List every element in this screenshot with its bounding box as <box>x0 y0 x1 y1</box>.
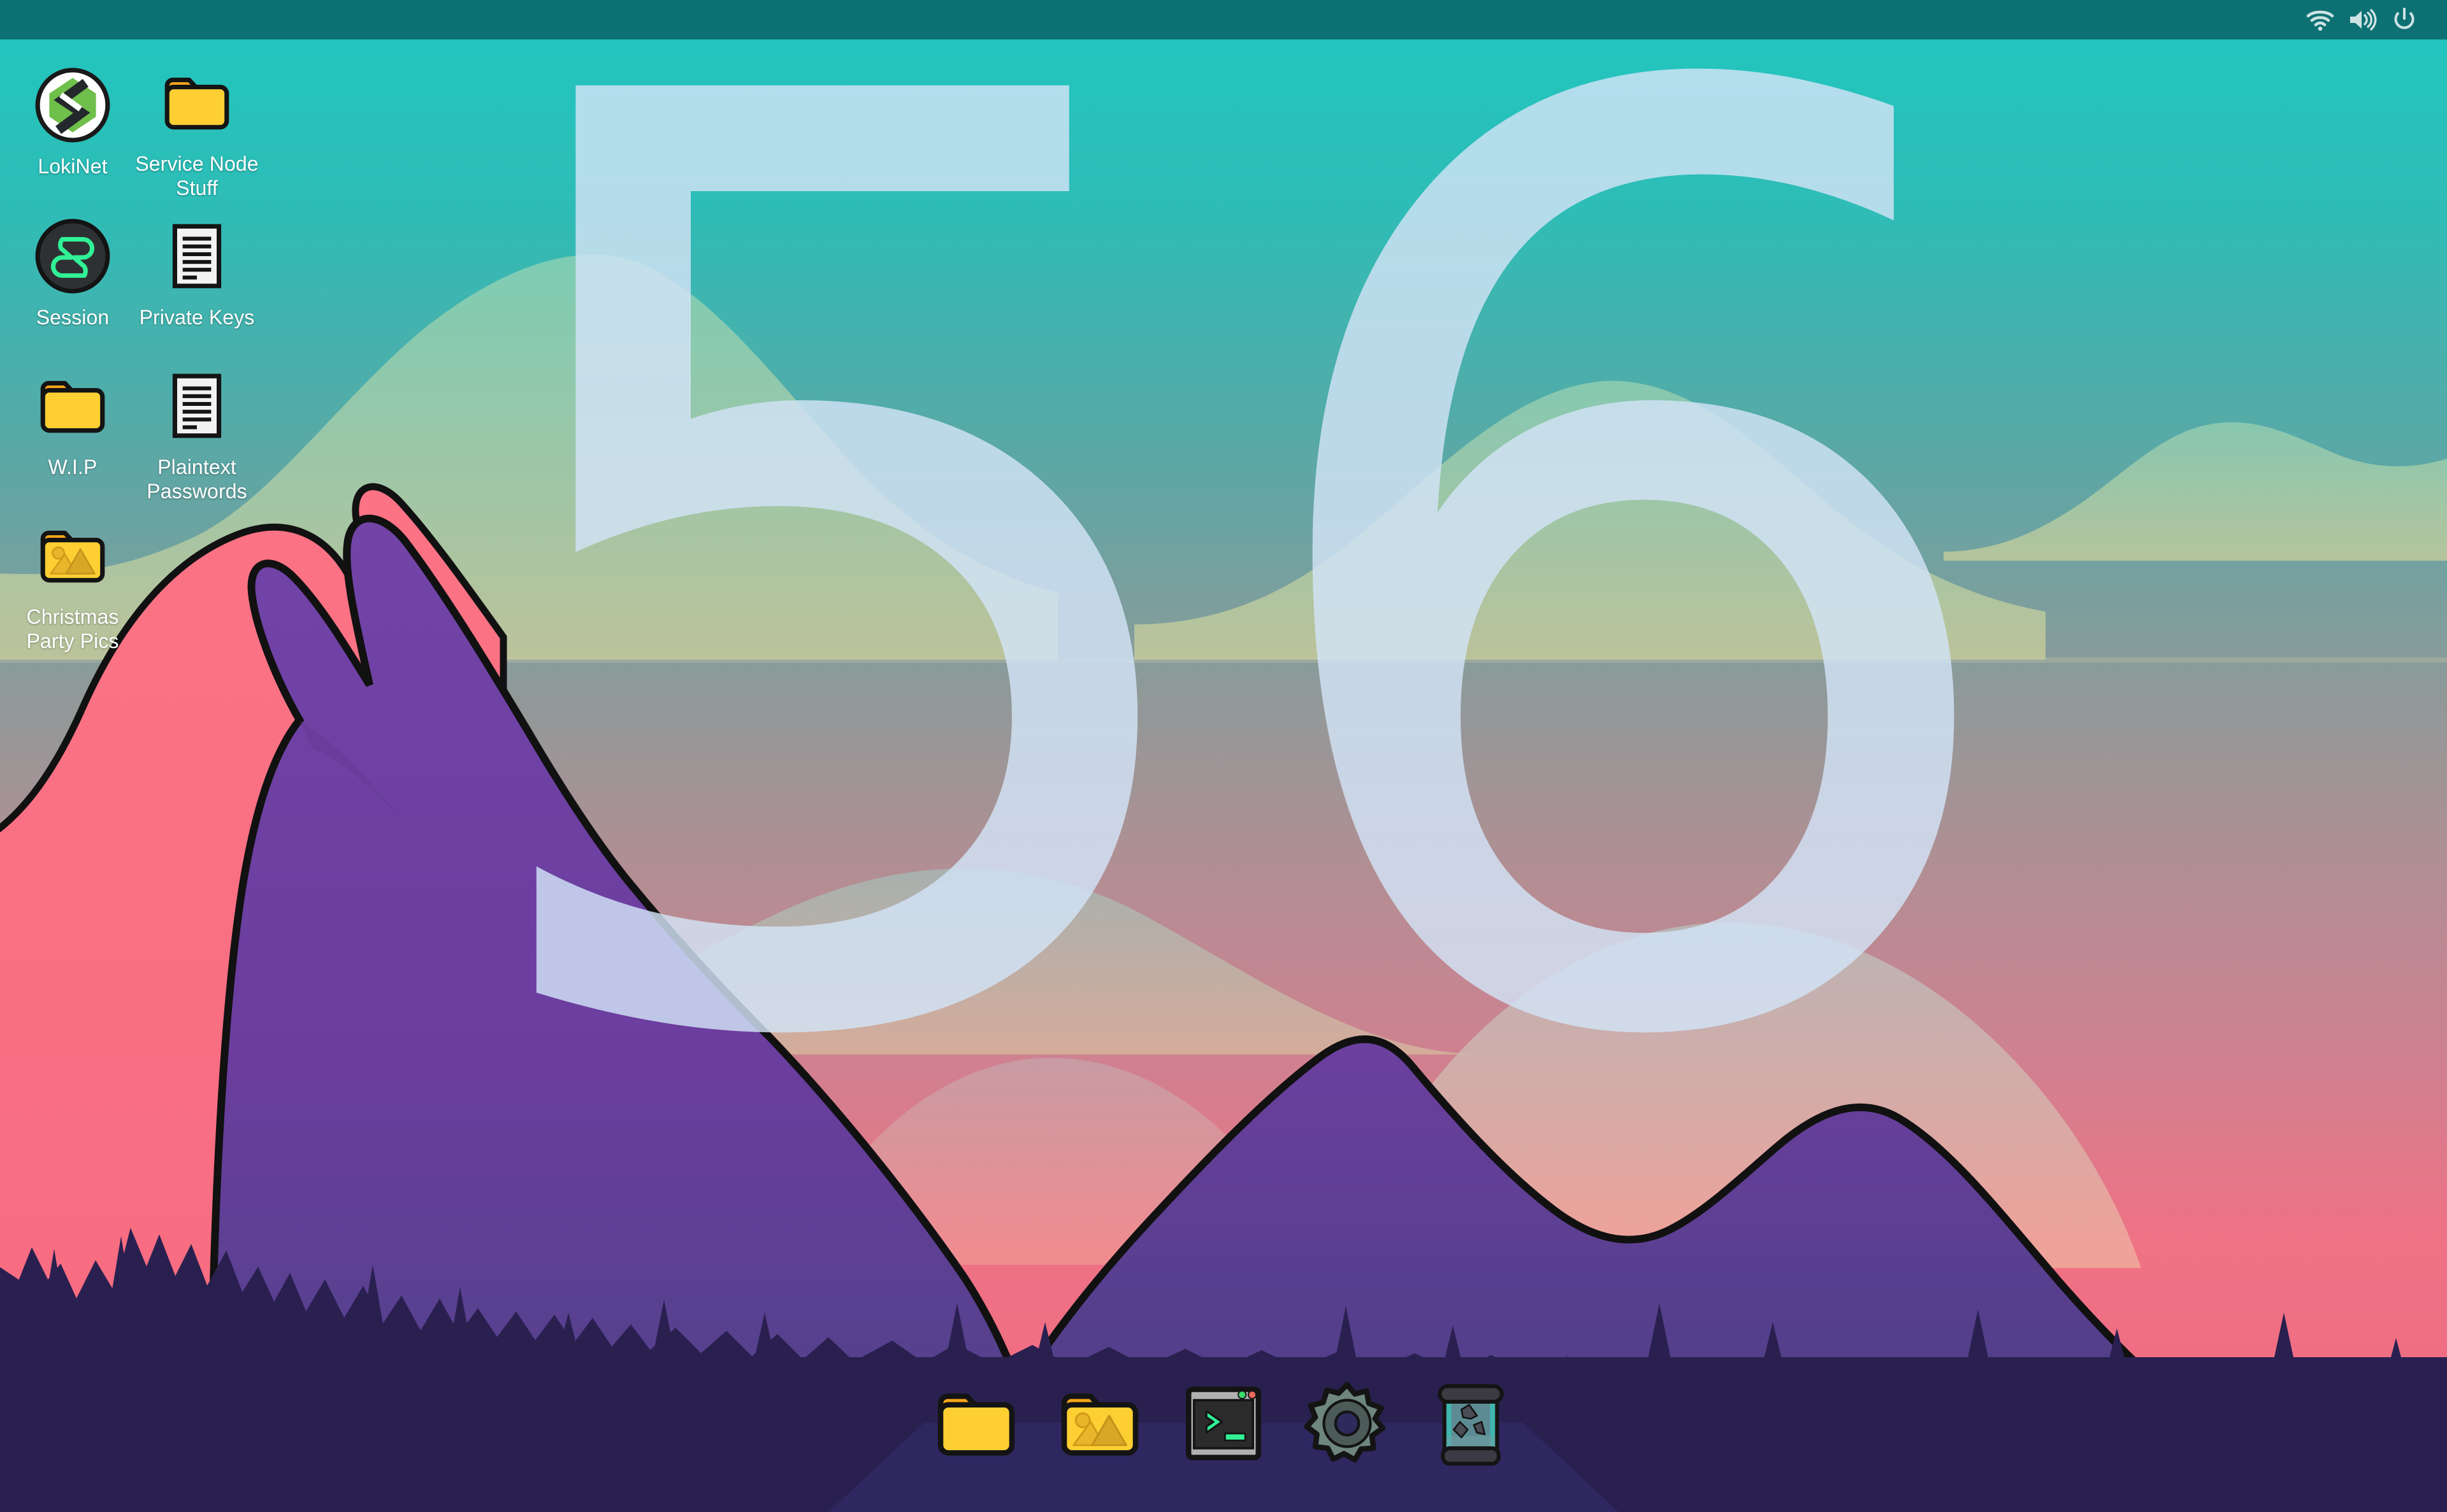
wifi-icon[interactable] <box>2299 0 2341 40</box>
desktop-icon-plaintext-passwords[interactable]: Plaintext Passwords <box>124 358 270 503</box>
desktop-icon-christmas-party-pics[interactable]: Christmas Party Pics <box>0 508 145 653</box>
session-app-icon <box>25 208 120 304</box>
lokinet-app-icon <box>25 57 120 153</box>
dock <box>828 1381 1619 1512</box>
desktop-icon-label: Plaintext Passwords <box>147 456 247 503</box>
folder-icon <box>25 358 120 454</box>
dock-item-trash[interactable] <box>1424 1376 1518 1470</box>
desktop-icon-label: Session <box>36 306 110 329</box>
dock-item-files[interactable] <box>929 1376 1023 1470</box>
desktop-icon-label: Private Keys <box>139 306 255 329</box>
desktop-icon-label: Service Node Stuff <box>135 152 259 199</box>
desktop-icon-lokinet[interactable]: LokiNet <box>0 57 145 178</box>
desktop-screen: 56 LokiNet Service Node Stuff Session Pr… <box>0 0 2447 1512</box>
desktop-icon-label: W.I.P <box>48 456 97 479</box>
pictures-folder-icon <box>25 508 120 603</box>
desktop-icon-label: Christmas Party Pics <box>26 605 119 652</box>
desktop-icon-service-node-stuff[interactable]: Service Node Stuff <box>124 55 270 200</box>
desktop-icon-wip[interactable]: W.I.P <box>0 358 145 479</box>
dock-item-terminal[interactable] <box>1176 1376 1271 1470</box>
desktop-icon-session[interactable]: Session <box>0 208 145 329</box>
desktop-icon-private-keys[interactable]: Private Keys <box>124 208 270 329</box>
document-icon <box>149 208 245 304</box>
folder-icon <box>149 55 245 150</box>
power-icon[interactable] <box>2383 0 2425 40</box>
dock-item-pictures[interactable] <box>1053 1376 1147 1470</box>
desktop-icon-label: LokiNet <box>38 155 108 178</box>
volume-icon[interactable] <box>2341 0 2383 40</box>
document-icon <box>149 358 245 454</box>
desktop-wallpaper <box>0 0 2447 1512</box>
top-panel <box>0 0 2447 40</box>
dock-item-settings[interactable] <box>1300 1376 1394 1470</box>
